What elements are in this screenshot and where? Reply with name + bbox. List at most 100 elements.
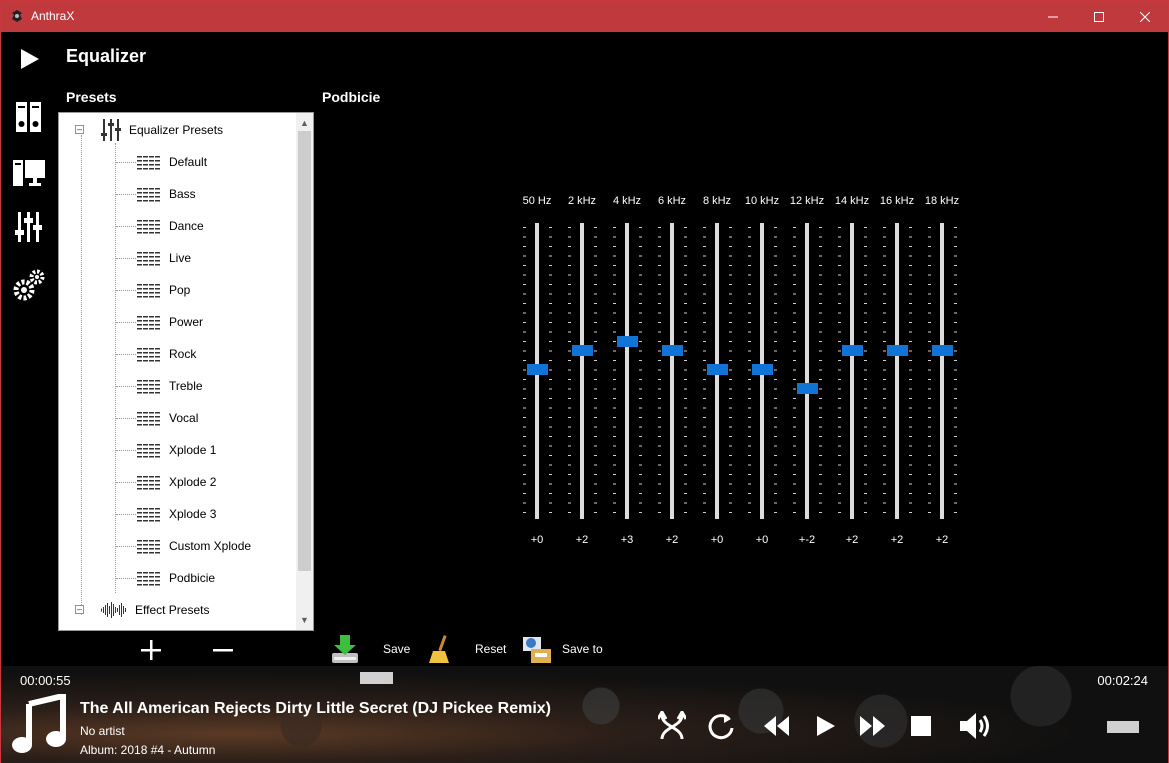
eq-slider-track[interactable] [895, 223, 899, 519]
scroll-up-arrow-icon[interactable]: ▲ [296, 115, 313, 131]
eq-slider-thumb[interactable] [932, 345, 953, 356]
tree-line [116, 514, 136, 515]
eq-slider-track[interactable] [625, 223, 629, 519]
scroll-thumb[interactable] [298, 131, 311, 571]
preset-item[interactable]: Power [137, 306, 203, 338]
save-to-button[interactable]: Save to [562, 642, 603, 656]
preset-item[interactable]: Custom Xplode [137, 530, 251, 562]
nav-equalizer[interactable] [9, 207, 49, 247]
track-title: The All American Rejects Dirty Little Se… [80, 700, 551, 717]
shuffle-button[interactable] [652, 706, 692, 746]
tree-group-0[interactable]: – Equalizer Presets [75, 114, 223, 146]
preset-item[interactable]: Default [137, 146, 207, 178]
eq-band-value: +0 [755, 534, 769, 546]
tree-line [116, 578, 136, 579]
preset-item[interactable]: Xplode 1 [137, 434, 216, 466]
preset-item[interactable]: Rock [137, 338, 196, 370]
preset-item[interactable]: Xplode 3 [137, 498, 216, 530]
volume-button[interactable] [956, 706, 996, 746]
position-time: 00:00:55 [20, 673, 71, 688]
next-button[interactable] [853, 706, 893, 746]
add-preset-button[interactable] [139, 638, 163, 662]
eq-ticks [748, 227, 751, 513]
preset-item[interactable]: Podbicie [137, 562, 215, 594]
eq-slider-thumb[interactable] [572, 345, 593, 356]
rewind-icon [764, 716, 789, 736]
nav-computer[interactable] [9, 153, 49, 193]
previous-button[interactable] [756, 706, 796, 746]
eq-ticks [864, 227, 867, 513]
equalizer-panel: 50 Hz +0 2 kHz +2 4 kHz +3 6 kHz +2 8 kHz +0 10 kH… [514, 191, 974, 551]
preset-item-label: Xplode 1 [169, 443, 217, 457]
preset-item-label: Xplode 2 [169, 475, 217, 489]
eq-band: 14 kHz +2 [829, 191, 875, 551]
eq-slider-track[interactable] [940, 223, 944, 519]
eq-slider-track[interactable] [580, 223, 584, 519]
preset-item[interactable]: Bass [137, 178, 196, 210]
save-icon-button[interactable] [330, 633, 360, 665]
eq-band-value: +2 [935, 534, 949, 546]
eq-ticks [883, 227, 886, 513]
tree-line [116, 162, 136, 163]
stop-button[interactable] [901, 706, 941, 746]
save-to-icon-button[interactable] [521, 633, 553, 665]
window-title: AnthraX [31, 9, 75, 23]
minimize-button[interactable] [1030, 1, 1076, 32]
eq-slider-track[interactable] [670, 223, 674, 519]
equalizer-sliders-icon [101, 119, 121, 141]
save-button[interactable]: Save [383, 642, 410, 656]
tree-group-1[interactable]: – Effect Presets [75, 594, 209, 626]
collapse-expander-icon[interactable]: – [75, 125, 84, 134]
play-icon [21, 49, 39, 69]
nav-settings[interactable] [9, 265, 49, 305]
eq-slider-thumb[interactable] [842, 345, 863, 356]
eq-slider-thumb[interactable] [617, 335, 638, 347]
eq-band: 4 kHz +3 [604, 191, 650, 551]
close-button[interactable] [1122, 1, 1168, 32]
eq-slider-thumb[interactable] [527, 364, 548, 375]
preset-item[interactable]: Xplode 2 [137, 466, 216, 498]
gears-icon [13, 269, 45, 301]
preset-equalizer-icon [137, 540, 160, 554]
preset-item-label: Custom Xplode [169, 539, 252, 553]
presets-tree[interactable]: – Equalizer Presets Default Bass Dance Live Po… [58, 112, 314, 631]
repeat-button[interactable] [701, 706, 741, 746]
reset-icon-button[interactable] [427, 633, 453, 665]
preset-item-label: Vocal [169, 411, 199, 425]
eq-band-frequency: 8 kHz [702, 195, 732, 207]
eq-slider-thumb[interactable] [752, 364, 773, 375]
preset-item[interactable]: Pop [137, 274, 190, 306]
preset-item[interactable]: Dance [137, 210, 204, 242]
preset-item[interactable]: Live [137, 242, 191, 274]
preset-equalizer-icon [137, 188, 160, 202]
scroll-down-arrow-icon[interactable]: ▼ [296, 612, 313, 628]
eq-slider-thumb[interactable] [707, 364, 728, 375]
eq-ticks [928, 227, 931, 513]
tree-scrollbar[interactable]: ▲ ▼ [296, 113, 313, 630]
duration-time: 00:02:24 [1097, 673, 1148, 688]
preset-item[interactable]: Treble [137, 370, 203, 402]
seek-slider-thumb[interactable] [360, 672, 393, 684]
eq-slider-thumb[interactable] [662, 345, 683, 356]
eq-slider-track[interactable] [805, 223, 809, 519]
play-button[interactable] [805, 706, 845, 746]
music-note-icon [12, 694, 66, 753]
volume-speaker-icon [960, 713, 989, 739]
nav-library[interactable] [9, 97, 49, 137]
volume-slider-thumb[interactable] [1107, 721, 1139, 733]
preset-equalizer-icon [137, 316, 160, 330]
remove-preset-button[interactable] [211, 638, 235, 662]
reset-button[interactable]: Reset [475, 642, 506, 656]
collapse-expander-icon[interactable]: – [75, 605, 84, 614]
maximize-button[interactable] [1076, 1, 1122, 32]
eq-slider-thumb[interactable] [797, 383, 818, 394]
eq-band-frequency: 12 kHz [789, 195, 825, 207]
eq-slider-thumb[interactable] [887, 345, 908, 356]
nav-now-playing[interactable] [9, 39, 49, 79]
eq-ticks [774, 227, 777, 513]
preset-item[interactable]: Vocal [137, 402, 198, 434]
eq-ticks [568, 227, 571, 513]
preset-equalizer-icon [137, 572, 160, 586]
eq-slider-track[interactable] [850, 223, 854, 519]
eq-band: 2 kHz +2 [559, 191, 605, 551]
